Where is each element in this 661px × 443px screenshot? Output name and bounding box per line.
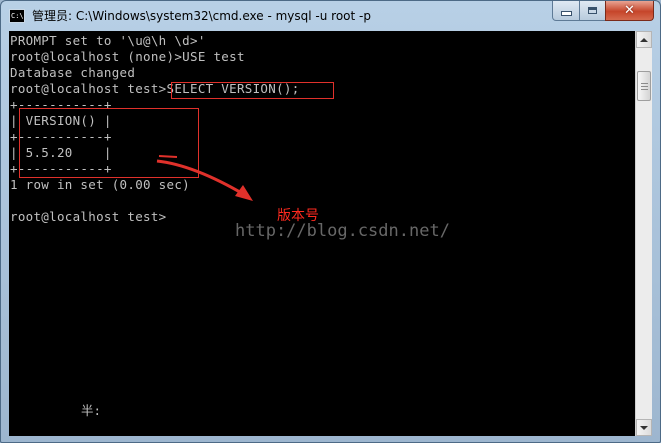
grip-icon (641, 86, 648, 87)
vertical-scrollbar[interactable] (635, 31, 652, 436)
minimize-button[interactable] (552, 1, 580, 21)
query-highlight-box (171, 82, 334, 99)
console-line: Database changed (10, 65, 136, 80)
grip-icon (641, 89, 648, 90)
ime-status: 半: (81, 403, 102, 418)
cmd-icon[interactable]: C:\ (9, 9, 25, 23)
close-icon: ✕ (624, 2, 635, 18)
arrow-up-icon (640, 37, 648, 42)
grip-icon (641, 83, 648, 84)
window-title: 管理员: C:\Windows\system32\cmd.exe - mysql… (32, 9, 371, 23)
arrow-down-icon (640, 425, 648, 430)
cmd-icon-text: C:\ (11, 12, 24, 20)
scroll-thumb[interactable] (637, 71, 651, 101)
console-prompt: root@localhost test> (10, 209, 167, 224)
title-bar[interactable]: C:\ 管理员: C:\Windows\system32\cmd.exe - m… (1, 1, 660, 31)
arrow-icon (156, 155, 253, 201)
close-button[interactable]: ✕ (605, 1, 654, 21)
minimize-icon (560, 11, 572, 16)
scroll-down-button[interactable] (636, 419, 652, 436)
maximize-icon (588, 7, 597, 14)
console-output[interactable]: PROMPT set to '\u@\h \d>' root@localhost… (9, 31, 635, 436)
cmd-window: C:\ 管理员: C:\Windows\system32\cmd.exe - m… (0, 0, 661, 443)
console-line: PROMPT set to '\u@\h \d>' (10, 33, 206, 48)
console-line: root@localhost (none)>USE test (10, 49, 245, 64)
maximize-button[interactable] (579, 1, 606, 21)
scroll-up-button[interactable] (636, 31, 652, 48)
watermark: http://blog.csdn.net/ (235, 221, 450, 241)
